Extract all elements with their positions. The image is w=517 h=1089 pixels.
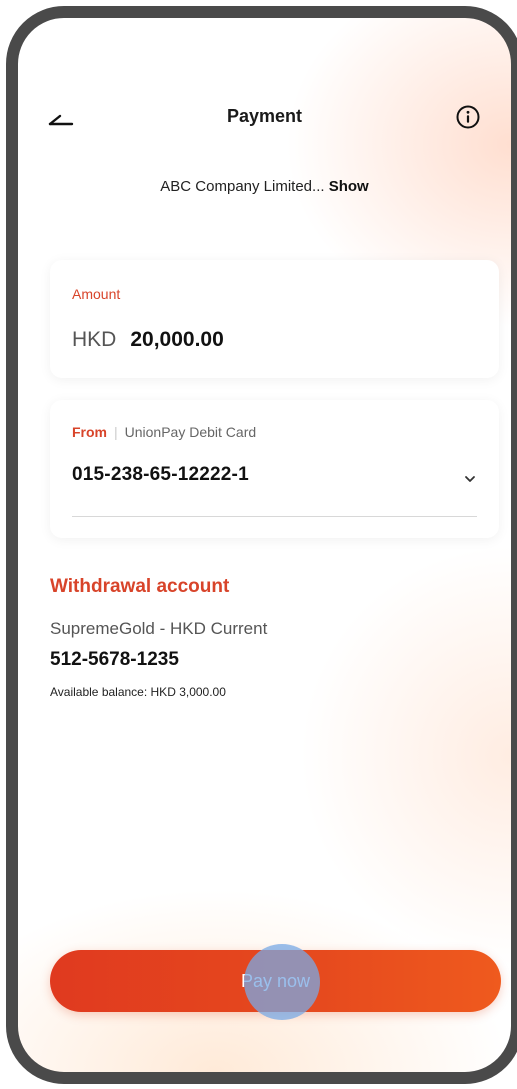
amount-card: Amount HKD 20,000.00	[50, 260, 499, 378]
info-button[interactable]	[455, 104, 481, 130]
field-divider	[72, 516, 477, 517]
chevron-down-icon	[465, 476, 475, 482]
phone-frame: Payment ABC Company Limited... Show Amou…	[6, 6, 517, 1084]
withdrawal-title: Withdrawal account	[50, 576, 230, 597]
info-icon	[456, 105, 480, 129]
card-number: 015-238-65-12222-1	[72, 464, 249, 485]
amount-value: 20,000.00	[130, 328, 224, 351]
amount-field[interactable]: HKD 20,000.00	[72, 328, 224, 352]
merchant-row: ABC Company Limited... Show	[18, 178, 511, 195]
withdrawal-account-number: 512-5678-1235	[50, 649, 179, 670]
withdrawal-account-name: SupremeGold - HKD Current	[50, 619, 268, 638]
available-balance: Available balance: HKD 3,000.00	[50, 685, 226, 699]
separator: |	[114, 424, 118, 440]
card-dropdown-toggle[interactable]	[463, 472, 477, 486]
from-label: From	[72, 424, 107, 440]
from-header: From | UnionPay Debit Card	[72, 424, 256, 440]
show-merchant-link[interactable]: Show	[329, 178, 369, 195]
currency-code: HKD	[72, 328, 117, 351]
header-bar: Payment	[18, 100, 511, 136]
merchant-name: ABC Company Limited...	[160, 178, 325, 195]
page-title: Payment	[226, 106, 303, 126]
from-card[interactable]: From | UnionPay Debit Card 015-238-65-1222…	[50, 400, 499, 538]
card-type: UnionPay Debit Card	[124, 424, 257, 440]
pay-now-button[interactable]: Pay now	[50, 950, 501, 1012]
amount-label: Amount	[72, 286, 121, 302]
